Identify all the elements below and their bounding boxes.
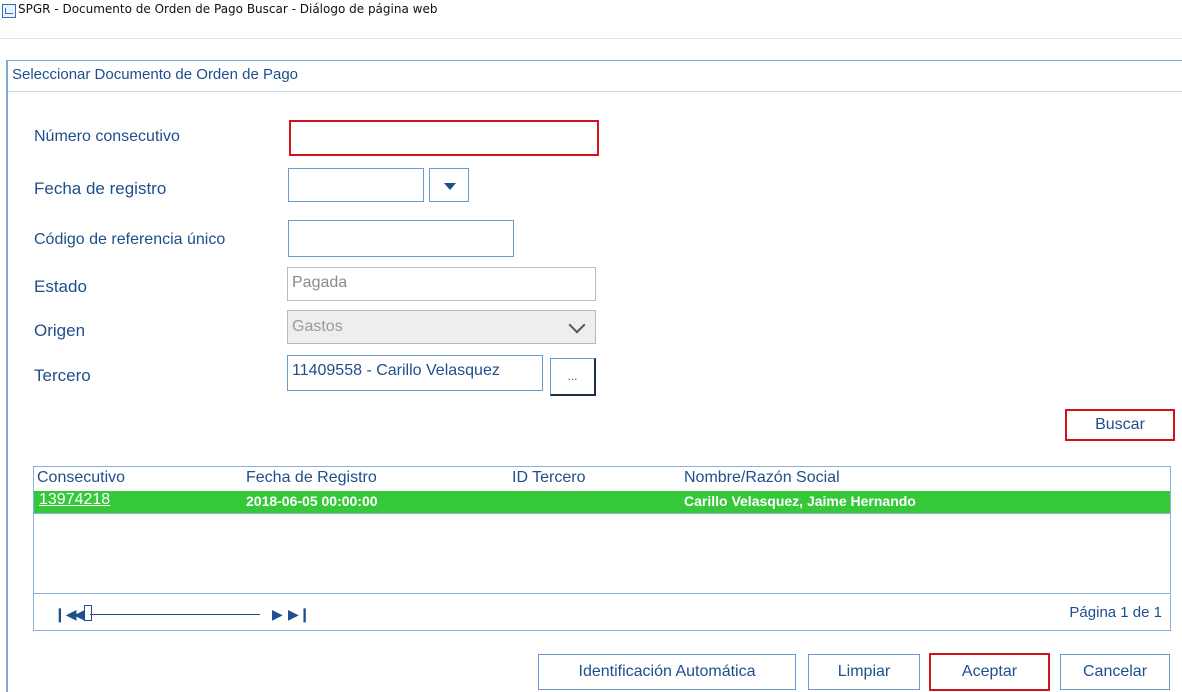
- aceptar-button[interactable]: Aceptar: [929, 653, 1050, 691]
- dialog-header-title: Seleccionar Documento de Orden de Pago: [12, 66, 299, 83]
- numero-consecutivo-label: Número consecutivo: [34, 128, 180, 145]
- fecha-dropdown-button[interactable]: [429, 168, 469, 202]
- column-header-fecha[interactable]: Fecha de Registro: [246, 469, 377, 487]
- grid-pager: ❙◀ ◀ ▶ ▶❙ Página 1 de 1: [34, 593, 1170, 631]
- codigo-referencia-input[interactable]: [288, 220, 514, 257]
- column-header-consecutivo[interactable]: Consecutivo: [37, 469, 125, 487]
- page-icon: [2, 4, 16, 18]
- numero-consecutivo-input[interactable]: [289, 120, 599, 156]
- chevron-down-icon: [568, 316, 586, 334]
- window-title: SPGR - Documento de Orden de Pago Buscar…: [18, 2, 438, 16]
- next-page-icon[interactable]: ▶: [272, 606, 283, 623]
- table-row[interactable]: 13974218 2018-06-05 00:00:00 Carillo Vel…: [34, 491, 1170, 513]
- origen-label: Origen: [34, 321, 86, 340]
- dialog-header: Seleccionar Documento de Orden de Pago: [8, 60, 1182, 92]
- row-consecutivo-link[interactable]: 13974218: [39, 491, 110, 509]
- column-header-nombre[interactable]: Nombre/Razón Social: [684, 469, 840, 487]
- grid-empty-area: [34, 513, 1170, 590]
- tercero-lookup-button[interactable]: ...: [550, 358, 596, 396]
- row-fecha: 2018-06-05 00:00:00: [246, 493, 378, 509]
- origen-value: Gastos: [292, 318, 343, 335]
- page-slider-track[interactable]: [90, 614, 260, 615]
- fecha-registro-input[interactable]: [288, 168, 424, 202]
- estado-field: Pagada: [287, 267, 596, 301]
- limpiar-button[interactable]: Limpiar: [808, 654, 920, 690]
- buscar-button[interactable]: Buscar: [1065, 409, 1175, 441]
- origen-select: Gastos: [287, 310, 596, 344]
- tercero-input[interactable]: 11409558 - Carillo Velasquez: [287, 355, 543, 391]
- last-page-icon[interactable]: ▶❙: [288, 606, 311, 623]
- column-header-id-tercero[interactable]: ID Tercero: [512, 469, 586, 487]
- estado-label: Estado: [34, 277, 87, 296]
- results-grid: Consecutivo Fecha de Registro ID Tercero…: [33, 466, 1171, 631]
- fecha-registro-label: Fecha de registro: [34, 179, 167, 198]
- window-titlebar: SPGR - Documento de Orden de Pago Buscar…: [0, 0, 1182, 39]
- identificacion-automatica-button[interactable]: Identificación Automática: [538, 654, 796, 690]
- row-nombre: Carillo Velasquez, Jaime Hernando: [684, 493, 916, 509]
- pager-status: Página 1 de 1: [1069, 604, 1162, 621]
- cancelar-button[interactable]: Cancelar: [1060, 654, 1170, 690]
- page-slider-handle[interactable]: [84, 605, 92, 621]
- tercero-label: Tercero: [34, 366, 91, 385]
- codigo-referencia-label: Código de referencia único: [34, 231, 226, 248]
